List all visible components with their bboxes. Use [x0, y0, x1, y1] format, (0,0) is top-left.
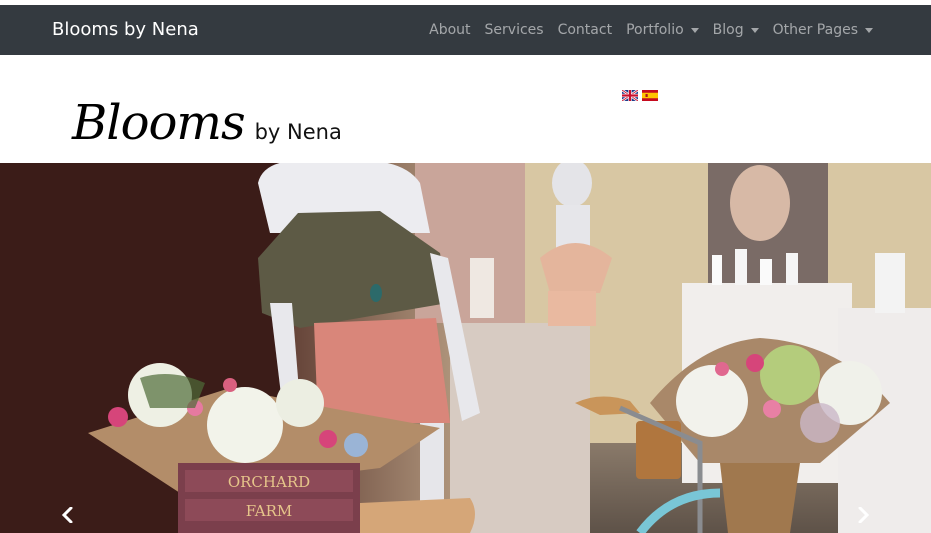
crate-text-farm: FARM: [246, 502, 293, 520]
nav-blog-label: Blog: [712, 22, 744, 38]
chevron-right-icon: [858, 507, 870, 523]
hero-carousel: ORCHARD FARM: [0, 163, 931, 533]
caret-down-icon: [750, 27, 759, 33]
site-header: Blooms by Nena: [0, 55, 931, 163]
es-flag-icon[interactable]: [642, 90, 658, 101]
caret-down-icon: [690, 27, 699, 33]
nav-services[interactable]: Services: [485, 22, 544, 38]
nav-blog-dropdown[interactable]: Blog: [713, 22, 759, 38]
carousel-prev-button[interactable]: [58, 505, 78, 525]
nav-services-label: Services: [484, 22, 544, 38]
carousel-slide-image: ORCHARD FARM: [0, 163, 931, 533]
nav-portfolio-dropdown[interactable]: Portfolio: [626, 22, 699, 38]
site-logo[interactable]: Blooms by Nena: [72, 95, 342, 151]
nav-other-pages-dropdown[interactable]: Other Pages: [773, 22, 873, 38]
language-switcher: [622, 90, 658, 101]
caret-down-icon: [865, 27, 873, 33]
nav-menu: About Services Contact Portfolio Blog Ot…: [429, 22, 873, 38]
nav-contact-label: Contact: [557, 22, 613, 38]
chevron-left-icon: [61, 507, 73, 523]
logo-main-text: Blooms: [72, 95, 246, 151]
nav-about[interactable]: About: [429, 22, 470, 38]
nav-about-label: About: [429, 22, 471, 38]
logo-sub-text: by Nena: [254, 120, 342, 144]
crate-text-orchard: ORCHARD: [228, 473, 310, 491]
en-flag-icon[interactable]: [622, 90, 638, 101]
nav-contact[interactable]: Contact: [558, 22, 612, 38]
navbar-brand[interactable]: Blooms by Nena: [52, 19, 199, 40]
carousel-next-button[interactable]: [853, 505, 873, 525]
navbar: Blooms by Nena About Services Contact Po…: [0, 5, 931, 55]
nav-other-pages-label: Other Pages: [772, 22, 858, 38]
nav-portfolio-label: Portfolio: [626, 22, 684, 38]
